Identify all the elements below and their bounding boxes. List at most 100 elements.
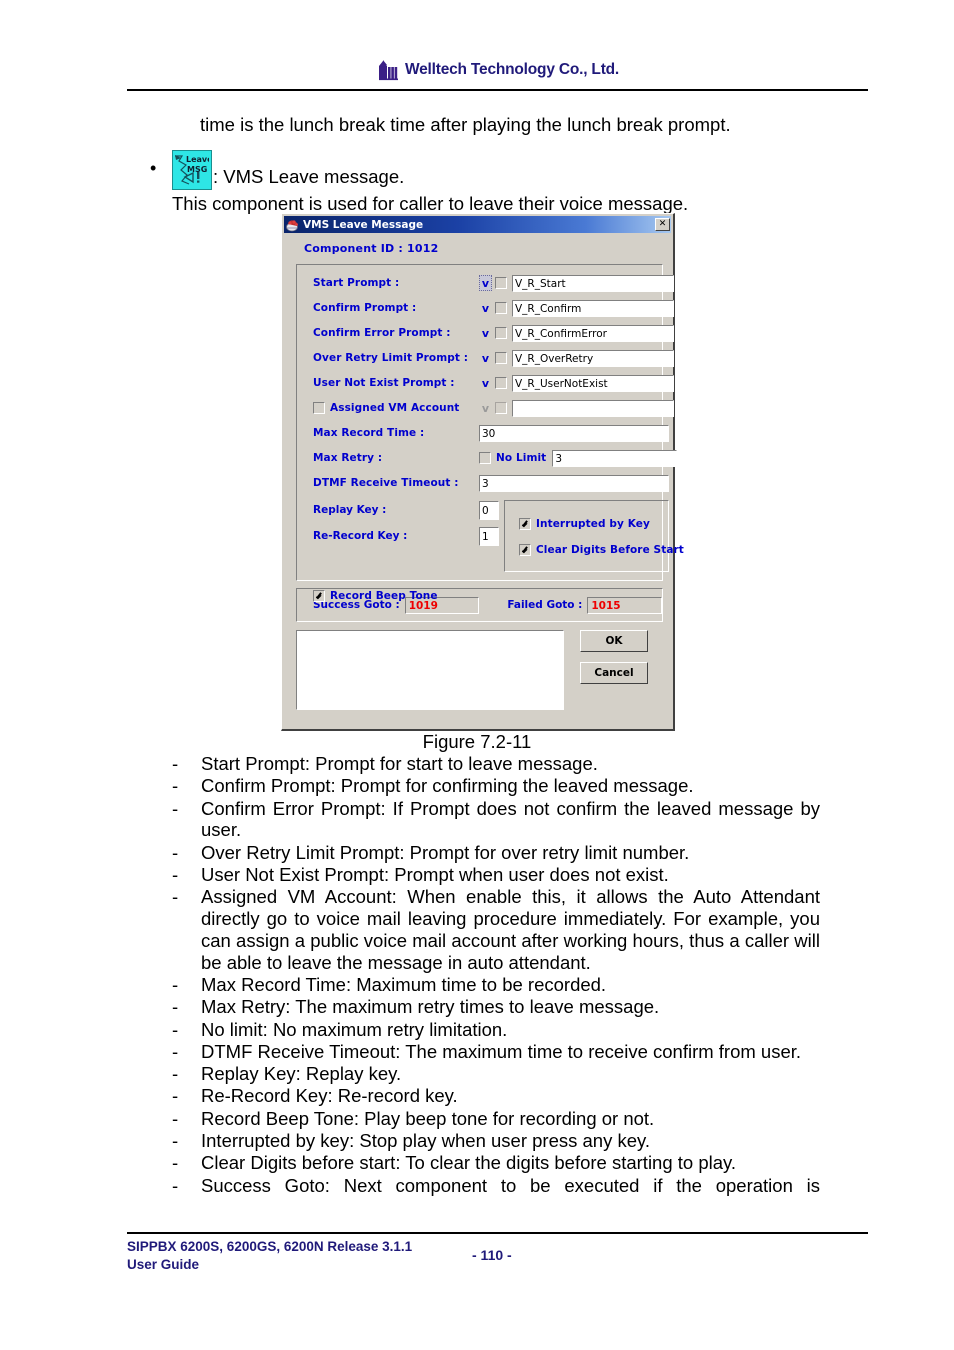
list-item: - Assigned VM Account: When enable this, … [172,886,820,973]
record-beep-tone-label: Record Beep Tone [330,590,438,602]
options-group: Interrupted by Key Clear Digits Before S… [504,500,684,572]
confirm-error-prompt-dropdown-icon[interactable]: v [479,325,492,341]
replay-key-input[interactable]: 0 [479,500,499,520]
field-row-assigned-vm-account[interactable]: Assigned VM Account v [297,397,674,419]
list-item: - Over Retry Limit Prompt: Prompt for ove… [172,842,820,864]
list-item: - No limit: No maximum retry limitation. [172,1019,820,1041]
note-textarea[interactable] [296,630,564,710]
list-item: - Replay Key: Replay key. [172,1063,820,1085]
dash-marker: - [172,797,179,819]
svg-text:Leave: Leave [186,155,209,164]
dialog-title-bar[interactable]: VMS Leave Message ✕ [284,216,671,233]
list-item: - Max Retry: The maximum retry times to l… [172,996,820,1018]
assigned-vm-account-dropdown-icon: v [481,401,490,415]
start-prompt-checkbox[interactable] [495,277,507,289]
field-row-confirm-error-prompt[interactable]: Confirm Error Prompt : v V_R_ConfirmErro… [297,322,674,344]
max-retry-input[interactable]: 3 [552,449,678,467]
user-not-exist-prompt-dropdown-icon[interactable]: v [479,375,492,391]
start-prompt-dropdown-icon[interactable]: v [479,275,492,291]
option-record-beep-tone[interactable]: Record Beep Tone [297,585,662,607]
confirm-prompt-input[interactable]: V_R_Confirm [512,299,674,317]
list-item: - Re-Record Key: Re-record key. [172,1085,820,1107]
over-retry-limit-prompt-checkbox[interactable] [495,352,507,364]
confirm-prompt-label: Confirm Prompt : [313,302,417,314]
list-item-text: Start Prompt: Prompt for start to leave … [201,753,598,774]
user-not-exist-prompt-input[interactable]: V_R_UserNotExist [512,374,674,392]
list-item: - Confirm Prompt: Prompt for confirming t… [172,775,820,797]
intro-paragraph: time is the lunch break time after playi… [200,114,731,135]
list-item-text: DTMF Receive Timeout: The maximum time t… [201,1040,802,1062]
list-item-text: Over Retry Limit Prompt: Prompt for over… [201,841,690,863]
dash-marker: - [172,753,179,774]
list-item-text: Max Retry: The maximum retry times to le… [201,996,660,1018]
header-divider [127,89,868,91]
interrupted-by-key-checkbox[interactable] [519,518,531,530]
record-beep-tone-checkbox[interactable] [313,590,325,602]
assigned-vm-account-input[interactable] [512,399,674,417]
list-item-text: Clear Digits before start: To clear the … [201,1152,737,1174]
field-row-max-retry[interactable]: Max Retry : No Limit 3 [297,447,678,469]
footer-product-info: SIPPBX 6200S, 6200GS, 6200N Release 3.1.… [127,1238,412,1274]
field-row-over-retry-limit-prompt[interactable]: Over Retry Limit Prompt : v V_R_OverRetr… [297,347,674,369]
page-header: Welltech Technology Co., Ltd. [127,52,868,90]
ok-button[interactable]: OK [580,630,648,652]
dash-marker: - [172,1018,179,1040]
option-clear-digits-before-start[interactable]: Clear Digits Before Start [505,537,684,563]
rerecord-key-input[interactable]: 1 [479,526,499,546]
field-row-max-record-time[interactable]: Max Record Time : 30 [297,422,669,444]
close-icon[interactable]: ✕ [655,218,670,231]
component-id-label: Component ID : 1012 [304,242,439,255]
footer-line-1: SIPPBX 6200S, 6200GS, 6200N Release 3.1.… [127,1239,413,1254]
dialog-bottom-area: OK Cancel [296,630,663,710]
cancel-button[interactable]: Cancel [580,662,648,684]
keys-area: Replay Key : 0 Re-Record Key : 1 Interru… [297,497,684,583]
start-prompt-input[interactable]: V_R_Start [512,274,674,292]
list-item-text: Max Record Time: Maximum time to be reco… [201,973,607,995]
list-item: - Confirm Error Prompt: If Prompt does no… [172,798,820,842]
list-item-text: No limit: No maximum retry limitation. [201,1018,508,1040]
dialog-title: VMS Leave Message [303,218,424,231]
over-retry-limit-prompt-input[interactable]: V_R_OverRetry [512,349,674,367]
clear-digits-checkbox[interactable] [519,544,531,556]
list-item-text: Replay Key: Replay key. [201,1063,402,1085]
max-record-time-input[interactable]: 30 [479,424,669,442]
welltech-logo-icon [376,59,402,81]
confirm-error-prompt-checkbox[interactable] [495,327,507,339]
assigned-vm-account-enable-checkbox [495,402,507,414]
list-item-text: Record Beep Tone: Play beep tone for rec… [201,1107,655,1129]
confirm-error-prompt-label: Confirm Error Prompt : [313,327,451,339]
field-row-user-not-exist-prompt[interactable]: User Not Exist Prompt : v V_R_UserNotExi… [297,372,674,394]
list-item-text: Assigned VM Account: When enable this, i… [201,886,820,973]
list-item: - Start Prompt: Prompt for start to leave… [172,753,820,775]
dtmf-timeout-input[interactable]: 3 [479,474,669,492]
over-retry-limit-prompt-dropdown-icon[interactable]: v [479,350,492,366]
dash-marker: - [172,1085,179,1107]
confirm-prompt-dropdown-icon[interactable]: v [479,300,492,316]
dash-marker: - [172,1152,179,1174]
dash-marker: - [172,1063,179,1085]
list-item-text: User Not Exist Prompt: Prompt when user … [201,863,669,885]
confirm-prompt-checkbox[interactable] [495,302,507,314]
leave-msg-icon: Leave MSG [172,150,212,190]
interrupted-by-key-label: Interrupted by Key [536,518,650,530]
list-item: - Max Record Time: Maximum time to be rec… [172,974,820,996]
fields-group: Start Prompt : v V_R_Start Confirm Promp… [296,264,684,602]
dash-marker: - [172,996,179,1018]
figure-caption: Figure 7.2-11 [422,731,532,752]
vms-leave-message-dialog[interactable]: VMS Leave Message ✕ Component ID : 1012 … [281,213,684,731]
list-item-text: Interrupted by key: Stop play when user … [201,1130,651,1152]
no-limit-checkbox[interactable] [479,452,491,464]
field-row-confirm-prompt[interactable]: Confirm Prompt : v V_R_Confirm [297,297,674,319]
confirm-error-prompt-input[interactable]: V_R_ConfirmError [512,324,674,342]
field-row-dtmf-timeout[interactable]: DTMF Receive Timeout : 3 [297,472,669,494]
option-interrupted-by-key[interactable]: Interrupted by Key [505,511,668,537]
list-item: - Record Beep Tone: Play beep tone for re… [172,1108,820,1130]
dash-marker: - [172,1107,179,1129]
list-item-text: Confirm Prompt: Prompt for confirming th… [201,775,694,797]
user-not-exist-prompt-checkbox[interactable] [495,377,507,389]
assigned-vm-account-checkbox[interactable] [313,402,325,414]
dtmf-timeout-label: DTMF Receive Timeout : [313,477,459,489]
list-item-text: Success Goto: Next component to be execu… [201,1174,820,1196]
field-row-start-prompt[interactable]: Start Prompt : v V_R_Start [297,272,674,294]
dash-marker: - [172,863,179,885]
